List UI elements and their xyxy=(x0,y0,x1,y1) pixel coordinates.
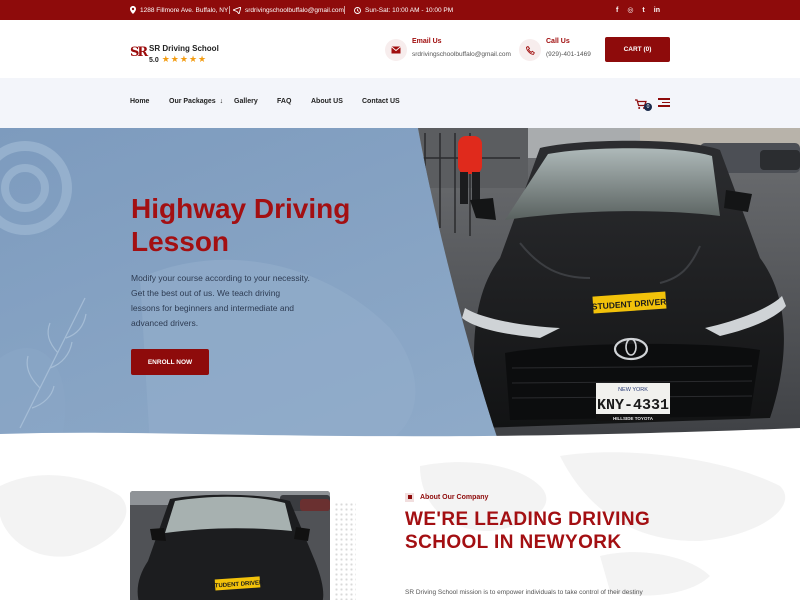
plate-number-text: KNY-4331 xyxy=(597,397,669,414)
header: SR SR Driving School 5.0 ★★★★★ Email Us s… xyxy=(0,20,800,78)
nav-item-about-us[interactable]: About US xyxy=(311,98,343,105)
hours-text: Sun-Sat: 10:00 AM - 10:00 PM xyxy=(365,6,454,14)
location-pin-icon xyxy=(130,6,136,14)
email-title: Email Us xyxy=(412,38,442,45)
envelope-icon xyxy=(385,39,407,61)
call-value[interactable]: (929)-401-1469 xyxy=(546,51,591,58)
address-text: 1288 Fillmore Ave. Buffalo, NY xyxy=(140,6,229,14)
email-text[interactable]: srdrivingschoolbuffalo@gmail.com xyxy=(245,7,344,14)
twitter-icon[interactable]: t xyxy=(642,7,644,14)
nav-cart[interactable]: 0 xyxy=(635,97,652,111)
nav-item-our-packages[interactable]: Our Packages ↓ xyxy=(169,98,223,105)
clock-icon xyxy=(354,6,361,14)
nav-item-contact-us[interactable]: Contact US xyxy=(362,98,400,105)
hero-section: STUDENT DRIVER NEW YORK KNY-4331 HILLSID… xyxy=(0,128,800,446)
cart-count-badge: 0 xyxy=(644,103,652,111)
email-value[interactable]: srdrivingschoolbuffalo@gmail.com xyxy=(412,51,511,58)
divider xyxy=(344,6,345,14)
about-kicker-text: About Our Company xyxy=(420,493,489,501)
dots-decoration xyxy=(334,502,356,600)
world-map-background xyxy=(0,452,786,596)
call-title: Call Us xyxy=(546,38,570,45)
logo-mark: SR xyxy=(130,45,148,60)
chevron-down-icon: ↓ xyxy=(219,98,224,105)
email-info[interactable]: srdrivingschoolbuffalo@gmail.com xyxy=(233,0,344,20)
about-car-image: STUDENT DRIVER xyxy=(130,491,330,600)
hero-title: Highway Driving Lesson xyxy=(131,193,351,257)
instagram-icon[interactable]: ◎ xyxy=(627,6,633,14)
logo[interactable]: SR SR Driving School 5.0 ★★★★★ xyxy=(130,42,220,64)
about-title: WE'RE LEADING DRIVING SCHOOL IN NEWYORK xyxy=(405,509,651,553)
plate-state-text: NEW YORK xyxy=(618,387,648,393)
logo-rating: 5.0 ★★★★★ xyxy=(149,54,207,65)
nav-item-home[interactable]: Home xyxy=(130,98,149,105)
nav-item-label: Our Packages xyxy=(169,98,216,105)
phone-icon xyxy=(519,39,541,61)
linkedin-icon[interactable]: in xyxy=(654,7,660,14)
phone-contact[interactable]: Call Us (929)-401-1469 xyxy=(519,37,599,65)
plate-frame-text: HILLSIDE TOYOTA xyxy=(613,416,654,421)
divider xyxy=(229,6,230,14)
menu-icon[interactable] xyxy=(658,98,670,107)
about-section: STUDENT DRIVER About Our Company WE'RE L… xyxy=(0,446,800,600)
social-links: f ◎ t in xyxy=(616,0,660,20)
email-contact[interactable]: Email Us srdrivingschoolbuffalo@gmail.co… xyxy=(385,37,515,65)
about-kicker: About Our Company xyxy=(405,492,488,502)
rating-value: 5.0 xyxy=(149,57,159,64)
logo-name: SR Driving School xyxy=(149,44,219,53)
about-description: SR Driving School mission is to empower … xyxy=(405,589,643,596)
paper-plane-icon xyxy=(233,6,241,14)
facebook-icon[interactable]: f xyxy=(616,7,618,14)
cart-button[interactable]: CART (0) xyxy=(605,37,670,62)
nav-item-gallery[interactable]: Gallery xyxy=(234,98,258,105)
hero-background-image: STUDENT DRIVER NEW YORK KNY-4331 HILLSID… xyxy=(0,128,800,446)
hours-info: Sun-Sat: 10:00 AM - 10:00 PM xyxy=(354,0,453,20)
nav-item-faq[interactable]: FAQ xyxy=(277,98,291,105)
square-bullet-icon xyxy=(405,492,414,502)
rating-stars: ★★★★★ xyxy=(161,54,208,64)
main-nav: Home Our Packages ↓ Gallery FAQ About US… xyxy=(0,78,800,128)
hero-description: Modify your course according to your nec… xyxy=(131,273,310,328)
enroll-now-button[interactable]: ENROLL NOW xyxy=(131,349,209,375)
top-bar: 1288 Fillmore Ave. Buffalo, NY srdriving… xyxy=(0,0,800,20)
address-info: 1288 Fillmore Ave. Buffalo, NY xyxy=(130,0,228,20)
